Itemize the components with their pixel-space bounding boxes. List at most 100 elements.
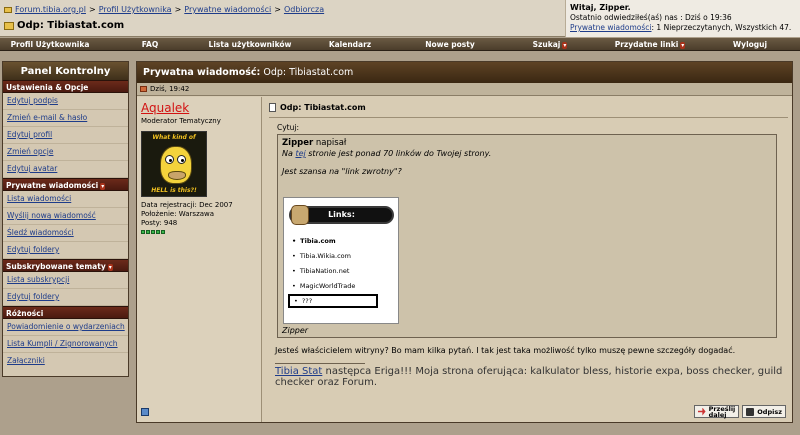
signature: Tibia Stat następca Eriga!!! Moja strona… [275, 366, 788, 388]
sidebar-item: Edytuj foldery [3, 289, 128, 306]
message-date-row: Dziś, 19:42 [137, 83, 792, 96]
links-list-item: Tibia.Wikia.com [292, 249, 355, 264]
forward-button[interactable]: Prześlij dalej [693, 405, 740, 418]
avatar-caption-bottom: HELL is this?! [151, 187, 197, 194]
quote-link[interactable]: tej [295, 149, 305, 158]
chevron-down-icon: ▾ [680, 42, 686, 49]
nav-member-list[interactable]: Lista użytkowników [200, 38, 300, 50]
change-email-password-link[interactable]: Zmień e-mail & hasło [7, 113, 87, 122]
user-status-icon[interactable] [141, 408, 149, 416]
nav-profile[interactable]: Profil Użytkownika [0, 38, 100, 50]
links-list-item: MagicWorldTrade [292, 279, 356, 294]
avatar-caption-top: What kind of [152, 134, 196, 141]
avatar-eye [177, 155, 186, 164]
nav-useful-links[interactable]: Przydatne linki ▾ [600, 38, 700, 50]
reply-label: Odpisz [757, 407, 782, 416]
author-info: Aqualek Moderator Tematyczny What kind o… [137, 97, 262, 422]
nav-logout[interactable]: Wyloguj [700, 38, 800, 50]
sidebar-item: Załączniki [3, 353, 128, 370]
greeting: Witaj, Zipper. [570, 3, 631, 12]
nav-new-posts[interactable]: Nowe posty [400, 38, 500, 50]
breadcrumb-profile[interactable]: Profil Użytkownika [99, 5, 172, 14]
rope-knot-icon [291, 205, 309, 225]
sidebar-item: Edytuj avatar [3, 161, 128, 178]
attachments-link[interactable]: Załączniki [7, 356, 45, 365]
edit-subscription-folders-link[interactable]: Edytuj foldery [7, 292, 59, 301]
nav-label: Przydatne linki [614, 40, 679, 49]
quote-wrote: napisał [315, 138, 347, 148]
message-date: Dziś, 19:42 [150, 85, 190, 93]
quote-question: Jest szansa na "link zwrotny"? [282, 167, 402, 176]
signature-link[interactable]: Tibia Stat [275, 366, 322, 377]
sidebar-item: Edytuj podpis [3, 93, 128, 110]
forward-arrow-icon [697, 407, 706, 416]
post: Aqualek Moderator Tematyczny What kind o… [137, 97, 792, 422]
chevron-down-icon: ▾ [107, 264, 113, 271]
post-count: Posty: 948 [141, 219, 178, 227]
reply-button[interactable]: Odpisz [742, 405, 786, 418]
post-title-row: Odp: Tibiastat.com [269, 101, 788, 113]
signature-text: następca Eriga!!! Moja strona oferująca:… [275, 366, 783, 388]
sidebar-section-private-messages[interactable]: Prywatne wiadomości ▾ [3, 178, 128, 191]
private-message-panel: Prywatna wiadomość: Odp: Tibiastat.com D… [136, 61, 793, 423]
sidebar-item: Edytuj foldery [3, 242, 128, 259]
breadcrumb-inbox[interactable]: Odbiorcza [284, 5, 324, 14]
sidebar-item: Zmień opcje [3, 144, 128, 161]
message-list-link[interactable]: Lista wiadomości [7, 194, 71, 203]
links-list: Tibia.com Tibia.Wikia.com TibiaNation.ne… [292, 234, 356, 294]
private-messages-link[interactable]: Prywatne wiadomości [570, 23, 652, 32]
nav-label: Profil Użytkownika [10, 40, 90, 49]
post-title: Odp: Tibiastat.com [280, 102, 366, 112]
last-visit: Ostatnio odwiedziłeś(aś) nas : Dziś o 19… [570, 13, 732, 22]
breadcrumb-forum[interactable]: Forum.tibia.org.pl [15, 5, 86, 14]
edit-avatar-link[interactable]: Edytuj avatar [7, 164, 57, 173]
page-header: Forum.tibia.org.pl > Profil Użytkownika … [0, 0, 800, 37]
nav-search[interactable]: Szukaj ▾ [500, 38, 600, 50]
breadcrumb-separator: > [174, 5, 182, 14]
links-screenshot-image: Links: Tibia.com Tibia.Wikia.com TibiaNa… [283, 197, 399, 324]
links-list-item: Tibia.com [292, 234, 355, 249]
sidebar-item: Lista wiadomości [3, 191, 128, 208]
edit-signature-link[interactable]: Edytuj podpis [7, 96, 58, 105]
post-actions: Prześlij dalej Odpisz [693, 405, 786, 418]
sidebar-item: Lista subskrypcji [3, 272, 128, 289]
page-title: Odp: Tibiastat.com [17, 20, 125, 31]
event-reminders-link[interactable]: Powiadomienie o wydarzeniach [7, 322, 125, 331]
edit-pm-folders-link[interactable]: Edytuj foldery [7, 245, 59, 254]
signature-divider [275, 363, 365, 364]
breadcrumb-separator: > [88, 5, 96, 14]
change-options-link[interactable]: Zmień opcje [7, 147, 53, 156]
control-panel-sidebar: Panel Kontrolny Ustawienia & Opcje Edytu… [2, 61, 129, 377]
document-icon [269, 102, 276, 112]
sidebar-item: Wyślij nową wiadomość [3, 208, 128, 225]
reply-icon [746, 407, 755, 416]
quote-label: Cytuj: [277, 123, 299, 132]
divider [269, 117, 788, 118]
nav-faq[interactable]: FAQ [100, 38, 200, 50]
open-folder-icon [4, 21, 14, 30]
quote-text: Na [282, 149, 293, 158]
quote-author: Zipper [282, 138, 314, 148]
sidebar-section-subscriptions[interactable]: Subskrybowane tematy ▾ [3, 259, 128, 272]
buddy-ignore-list-link[interactable]: Lista Kumpli / Zignorowanych [7, 339, 118, 348]
quote-block: Zipper napisał Na tej stronie jest ponad… [277, 134, 777, 338]
edit-profile-link[interactable]: Edytuj profil [7, 130, 52, 139]
post-icon [140, 86, 147, 92]
send-new-message-link[interactable]: Wyślij nową wiadomość [7, 211, 96, 220]
track-messages-link[interactable]: Śledź wiadomości [7, 228, 74, 237]
subscription-list-link[interactable]: Lista subskrypcji [7, 275, 69, 284]
nav-label: Wyloguj [732, 40, 768, 49]
nav-calendar[interactable]: Kalendarz [300, 38, 400, 50]
sidebar-item: Lista Kumpli / Zignorowanych [3, 336, 128, 353]
author-name[interactable]: Aqualek [141, 101, 257, 115]
pm-status: : 1 Nieprzeczytanych, Wszystkich 47. [651, 23, 792, 32]
message-header: Prywatna wiadomość: Odp: Tibiastat.com [137, 62, 792, 83]
sidebar-section-misc: Różności [3, 306, 128, 319]
links-list-item: TibiaNation.net [292, 264, 355, 279]
nav-label: Lista użytkowników [208, 40, 292, 49]
location: Położenie: Warszawa [141, 210, 215, 218]
folder-icon [4, 6, 12, 13]
sidebar-item: Zmień e-mail & hasło [3, 110, 128, 127]
reputation-icon [141, 230, 257, 234]
breadcrumb-private-messages[interactable]: Prywatne wiadomości [184, 5, 271, 14]
